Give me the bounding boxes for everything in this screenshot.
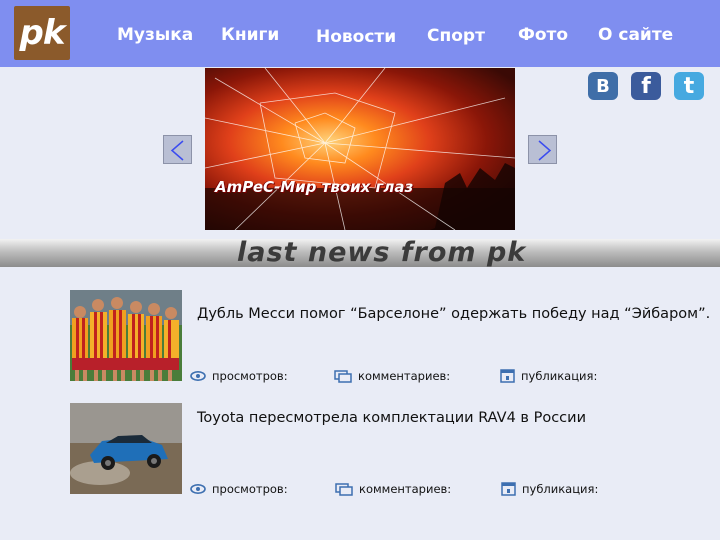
eye-icon bbox=[190, 484, 206, 494]
nav-item-news[interactable]: Новости bbox=[316, 27, 396, 47]
comments-icon bbox=[334, 369, 352, 383]
news-title[interactable]: Toyota пересмотрела комплектации RAV4 в … bbox=[197, 410, 586, 426]
site-logo[interactable]: pk bbox=[14, 6, 70, 60]
nav-item-books[interactable]: Книги bbox=[221, 25, 279, 45]
chevron-right-icon bbox=[538, 140, 552, 161]
section-title: last news from pk bbox=[237, 237, 527, 268]
published-label: публикация: bbox=[521, 368, 598, 383]
calendar-icon bbox=[500, 369, 515, 383]
vk-icon: B bbox=[596, 75, 610, 97]
nav-item-photo[interactable]: Фото bbox=[518, 25, 568, 45]
vk-share-button[interactable]: B bbox=[588, 72, 618, 100]
comments-count: комментариев: bbox=[335, 482, 451, 496]
calendar-icon bbox=[501, 482, 516, 496]
slider-prev-button[interactable] bbox=[163, 135, 192, 164]
news-thumbnail[interactable] bbox=[70, 403, 182, 494]
nav-item-music[interactable]: Музыка bbox=[117, 25, 193, 45]
views-count: просмотров: bbox=[190, 482, 288, 496]
nav-item-about[interactable]: О сайте bbox=[598, 25, 673, 45]
banner-caption: AmPeC-Мир твоих глаз bbox=[215, 178, 414, 196]
views-label: просмотров: bbox=[212, 369, 288, 383]
publication-date: публикация: bbox=[501, 481, 598, 496]
comments-label: комментариев: bbox=[358, 369, 451, 383]
eye-icon bbox=[190, 371, 206, 381]
news-title[interactable]: Дубль Месси помог “Барселоне” одержать п… bbox=[197, 306, 710, 322]
facebook-share-button[interactable]: f bbox=[631, 72, 661, 100]
published-label: публикация: bbox=[522, 481, 599, 496]
views-label: просмотров: bbox=[212, 482, 288, 496]
facebook-icon: f bbox=[641, 73, 651, 99]
chevron-left-icon bbox=[170, 140, 184, 161]
slider-next-button[interactable] bbox=[528, 135, 557, 164]
nav-item-sport[interactable]: Спорт bbox=[427, 26, 485, 46]
comments-icon bbox=[335, 482, 353, 496]
section-title-bar: last news from pk bbox=[0, 237, 720, 268]
publication-date: публикация: bbox=[500, 368, 597, 383]
top-nav-bar: pk Музыка Книги Новости Спорт Фото О сай… bbox=[0, 0, 720, 67]
slider-banner-image[interactable]: AmPeC-Мир твоих глаз bbox=[205, 68, 515, 230]
car-image bbox=[70, 403, 182, 494]
twitter-share-button[interactable]: t bbox=[674, 72, 704, 100]
views-count: просмотров: bbox=[190, 369, 288, 383]
twitter-icon: t bbox=[683, 73, 695, 99]
football-players-image bbox=[70, 290, 182, 381]
banner-artwork bbox=[205, 68, 515, 230]
logo-text: pk bbox=[19, 13, 66, 53]
comments-count: комментариев: bbox=[334, 369, 450, 383]
news-thumbnail[interactable] bbox=[70, 290, 182, 381]
comments-label: комментариев: bbox=[359, 482, 452, 496]
